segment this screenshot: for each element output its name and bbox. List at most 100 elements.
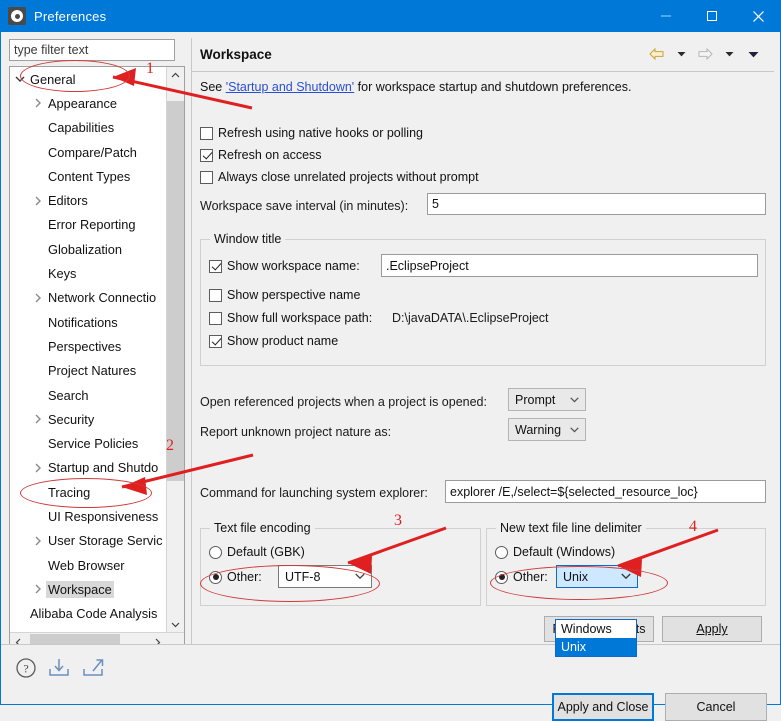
cancel-button[interactable]: Cancel bbox=[665, 693, 767, 721]
sidebar-item-content-types[interactable]: Content Types bbox=[10, 164, 168, 188]
delimiter-option-windows[interactable]: Windows bbox=[556, 620, 636, 638]
back-dropdown-icon[interactable] bbox=[670, 44, 692, 64]
sidebar-item-label: Workspace bbox=[46, 581, 114, 598]
sidebar-item-startup-and-shutdo[interactable]: Startup and Shutdo bbox=[10, 456, 168, 480]
scroll-down-icon[interactable] bbox=[167, 616, 184, 633]
refresh-native-hooks-checkbox-row[interactable]: Refresh using native hooks or polling bbox=[200, 126, 423, 140]
import-icon[interactable] bbox=[47, 657, 71, 679]
refresh-on-access-checkbox-row[interactable]: Refresh on access bbox=[200, 148, 322, 162]
show-workspace-name-row[interactable]: Show workspace name: bbox=[209, 259, 360, 273]
maximize-button[interactable] bbox=[689, 0, 735, 32]
sidebar-item-project-natures[interactable]: Project Natures bbox=[10, 359, 168, 383]
report-nature-combo[interactable]: Warning bbox=[508, 418, 586, 441]
sidebar-item-label: Startup and Shutdo bbox=[46, 459, 160, 476]
show-product-name-checkbox[interactable] bbox=[209, 335, 222, 348]
workspace-name-input[interactable] bbox=[381, 254, 758, 277]
system-explorer-label: Command for launching system explorer: bbox=[200, 486, 428, 500]
show-full-workspace-path-row[interactable]: Show full workspace path: bbox=[209, 311, 372, 325]
close-button[interactable] bbox=[735, 0, 781, 32]
sidebar-item-perspectives[interactable]: Perspectives bbox=[10, 334, 168, 358]
filter-input[interactable] bbox=[9, 39, 175, 61]
sidebar-item-editors[interactable]: Editors bbox=[10, 188, 168, 212]
delimiter-legend: New text file line delimiter bbox=[496, 521, 646, 535]
sidebar-item-capabilities[interactable]: Capabilities bbox=[10, 116, 168, 140]
refresh-native-hooks-checkbox[interactable] bbox=[200, 127, 213, 140]
chevron-right-icon[interactable] bbox=[30, 584, 46, 594]
sidebar-item-workspace[interactable]: Workspace bbox=[10, 577, 168, 601]
chevron-right-icon[interactable] bbox=[30, 98, 46, 108]
delimiter-option-unix[interactable]: Unix bbox=[556, 638, 636, 656]
sidebar-item-alibaba-code-analysis[interactable]: Alibaba Code Analysis bbox=[10, 602, 168, 626]
tree-scroll-thumb[interactable] bbox=[167, 101, 184, 481]
system-explorer-input[interactable] bbox=[445, 480, 766, 503]
sidebar-item-label: Appearance bbox=[46, 95, 119, 112]
save-interval-input[interactable] bbox=[427, 193, 766, 215]
open-referenced-value: Prompt bbox=[515, 393, 555, 407]
refresh-on-access-checkbox[interactable] bbox=[200, 149, 213, 162]
show-perspective-name-row[interactable]: Show perspective name bbox=[209, 288, 360, 302]
forward-arrow-icon[interactable] bbox=[694, 44, 716, 64]
show-workspace-name-checkbox[interactable] bbox=[209, 260, 222, 273]
chevron-right-icon[interactable] bbox=[30, 536, 46, 546]
sidebar-item-compare-patch[interactable]: Compare/Patch bbox=[10, 140, 168, 164]
annotation-number-1: 1 bbox=[146, 60, 154, 78]
footer-icon-group: ? bbox=[15, 657, 105, 679]
chevron-right-icon[interactable] bbox=[30, 293, 46, 303]
sidebar-item-label: Perspectives bbox=[46, 338, 123, 355]
export-icon[interactable] bbox=[81, 657, 105, 679]
view-menu-icon[interactable] bbox=[742, 44, 764, 64]
annotation-ellipse-encoding bbox=[200, 565, 380, 602]
dialog-content: GeneralAppearanceCapabilitiesCompare/Pat… bbox=[1, 32, 780, 644]
chevron-right-icon[interactable] bbox=[30, 196, 46, 206]
always-close-unrelated-checkbox[interactable] bbox=[200, 171, 213, 184]
sidebar-item-label: Web Browser bbox=[46, 557, 127, 574]
annotation-number-4: 4 bbox=[689, 518, 697, 536]
encoding-default-radio-row[interactable]: Default (GBK) bbox=[209, 545, 305, 559]
sidebar-item-user-storage-servic[interactable]: User Storage Servic bbox=[10, 529, 168, 553]
sidebar-item-security[interactable]: Security bbox=[10, 407, 168, 431]
always-close-unrelated-checkbox-row[interactable]: Always close unrelated projects without … bbox=[200, 170, 479, 184]
encoding-default-radio[interactable] bbox=[209, 546, 222, 559]
always-close-unrelated-label: Always close unrelated projects without … bbox=[218, 170, 479, 184]
refresh-native-hooks-label: Refresh using native hooks or polling bbox=[218, 126, 423, 140]
show-full-workspace-path-checkbox[interactable] bbox=[209, 312, 222, 325]
window-title-bar: Preferences bbox=[0, 0, 781, 32]
sidebar-item-service-policies[interactable]: Service Policies bbox=[10, 431, 168, 455]
chevron-right-icon[interactable] bbox=[30, 463, 46, 473]
back-arrow-icon[interactable] bbox=[646, 44, 668, 64]
minimize-button[interactable] bbox=[643, 0, 689, 32]
sidebar-item-label: Editors bbox=[46, 192, 90, 209]
forward-dropdown-icon[interactable] bbox=[718, 44, 740, 64]
help-question-icon[interactable]: ? bbox=[15, 657, 37, 679]
sidebar-item-label: Project Natures bbox=[46, 362, 138, 379]
show-product-name-row[interactable]: Show product name bbox=[209, 334, 338, 348]
apply-button[interactable]: Apply bbox=[662, 616, 762, 642]
sidebar-item-label: Content Types bbox=[46, 168, 132, 185]
sidebar-item-label: Globalization bbox=[46, 241, 124, 258]
sidebar-item-error-reporting[interactable]: Error Reporting bbox=[10, 213, 168, 237]
sidebar-item-search[interactable]: Search bbox=[10, 383, 168, 407]
delimiter-dropdown-popup[interactable]: Windows Unix bbox=[555, 619, 637, 657]
annotation-number-2: 2 bbox=[166, 437, 174, 455]
page-header: Workspace bbox=[192, 38, 774, 70]
delimiter-default-radio-row[interactable]: Default (Windows) bbox=[495, 545, 615, 559]
open-referenced-combo[interactable]: Prompt bbox=[508, 388, 586, 411]
preferences-tree[interactable]: GeneralAppearanceCapabilitiesCompare/Pat… bbox=[9, 66, 185, 652]
show-workspace-name-label: Show workspace name: bbox=[227, 259, 360, 273]
tree-vertical-scrollbar[interactable] bbox=[166, 67, 184, 633]
sidebar-item-label: Notifications bbox=[46, 314, 120, 331]
delimiter-default-radio[interactable] bbox=[495, 546, 508, 559]
chevron-right-icon[interactable] bbox=[30, 414, 46, 424]
sidebar-item-appearance[interactable]: Appearance bbox=[10, 91, 168, 115]
sidebar-item-notifications[interactable]: Notifications bbox=[10, 310, 168, 334]
show-perspective-name-checkbox[interactable] bbox=[209, 289, 222, 302]
sidebar-item-keys[interactable]: Keys bbox=[10, 261, 168, 285]
apply-and-close-button[interactable]: Apply and Close bbox=[552, 693, 654, 721]
sidebar-item-web-browser[interactable]: Web Browser bbox=[10, 553, 168, 577]
scroll-up-icon[interactable] bbox=[167, 67, 184, 84]
sidebar-item-label: Capabilities bbox=[46, 119, 116, 136]
sidebar-item-globalization[interactable]: Globalization bbox=[10, 237, 168, 261]
startup-shutdown-link[interactable]: 'Startup and Shutdown' bbox=[226, 80, 354, 94]
sidebar-item-network-connectio[interactable]: Network Connectio bbox=[10, 286, 168, 310]
eclipse-gear-icon bbox=[8, 7, 26, 25]
